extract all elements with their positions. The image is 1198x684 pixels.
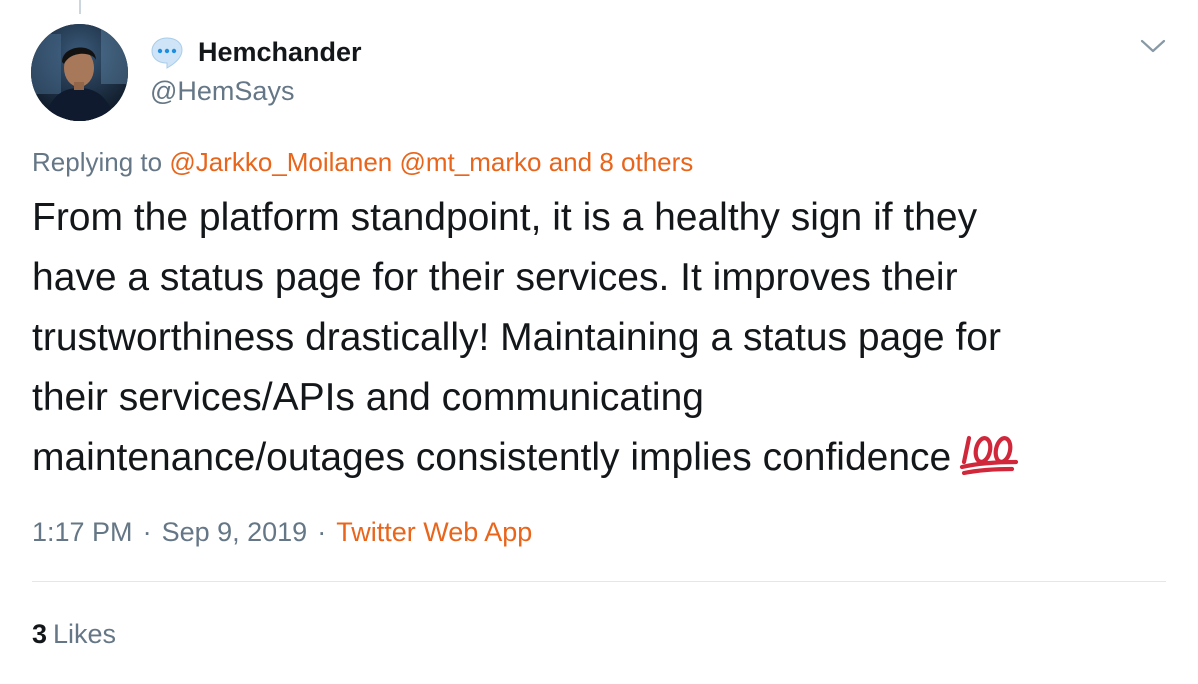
- tweet-time[interactable]: 1:17 PM: [32, 517, 133, 547]
- tweet-text-line: their services/APIs and communicating: [32, 376, 704, 419]
- tweet-card: Hemchander @HemSays Replying to @Jarkko_…: [0, 0, 1198, 684]
- tweet-body: From the platform standpoint, it is a he…: [32, 188, 1172, 488]
- display-name[interactable]: Hemchander: [198, 37, 362, 68]
- tweet-date[interactable]: Sep 9, 2019: [162, 517, 308, 547]
- speech-bubble-icon: [150, 35, 184, 69]
- mention-link-2[interactable]: @mt_marko: [400, 147, 542, 177]
- chevron-down-icon[interactable]: [1140, 36, 1166, 56]
- others-link[interactable]: and 8 others: [549, 147, 694, 177]
- likes-label: Likes: [53, 619, 117, 649]
- divider: [32, 581, 1166, 582]
- author-row: Hemchander: [150, 34, 362, 70]
- source-link[interactable]: Twitter Web App: [336, 517, 532, 547]
- tweet-text-line: From the platform standpoint, it is a he…: [32, 196, 978, 239]
- profile-photo-icon: [31, 24, 128, 121]
- replying-to-label: Replying to: [32, 147, 163, 177]
- likes-link[interactable]: 3 Likes: [32, 619, 116, 650]
- user-handle[interactable]: @HemSays: [150, 76, 294, 107]
- likes-count: 3: [32, 619, 48, 649]
- tweet-text-line: trustworthiness drastically! Maintaining…: [32, 316, 1001, 359]
- meta-separator: ·: [317, 517, 327, 547]
- tweet-metadata: 1:17 PM · Sep 9, 2019 · Twitter Web App: [32, 517, 532, 548]
- tweet-text-line: have a status page for their services. I…: [32, 256, 958, 299]
- meta-separator: ·: [142, 517, 152, 547]
- tweet-text-line: maintenance/outages consistently implies…: [32, 436, 952, 479]
- replying-to-line: Replying to @Jarkko_Moilanen @mt_marko a…: [32, 147, 693, 178]
- thread-connector-line: [79, 0, 81, 14]
- mention-link-1[interactable]: @Jarkko_Moilanen: [169, 147, 392, 177]
- hundred-points-emoji-icon: [959, 432, 1019, 476]
- avatar[interactable]: [31, 24, 128, 121]
- tweet-text-last-line: maintenance/outages consistently implies…: [32, 428, 1172, 488]
